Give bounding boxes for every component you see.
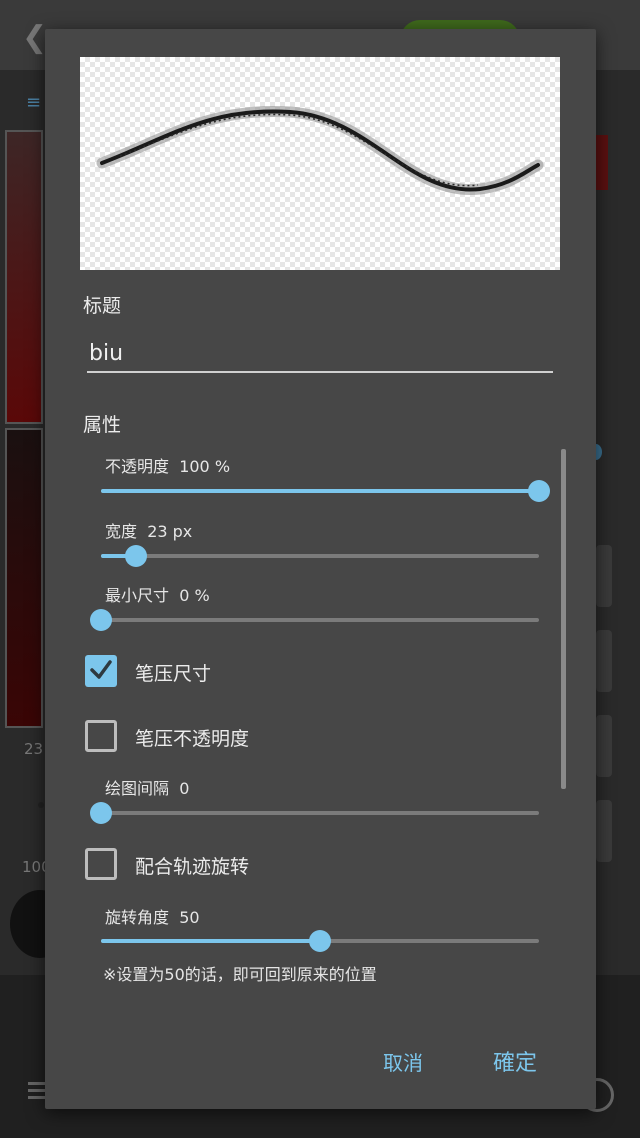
spacing-label: 绘图间隔 0	[105, 779, 190, 798]
brush-name-input[interactable]	[87, 335, 553, 373]
follow-rotation-label: 配合轨迹旋转	[135, 856, 250, 878]
bg-size-value: 23	[24, 740, 44, 758]
bg-dot	[38, 802, 44, 808]
bg-link-text: ≡	[26, 92, 42, 113]
bg-right-tab	[596, 715, 612, 777]
back-icon: ❮	[22, 20, 48, 55]
brush-settings-dialog: 标题 属性 不透明度 100 % 宽度 23 px 最小尺寸 0 % 笔压尺寸 …	[45, 29, 596, 1109]
scrollbar[interactable]	[561, 449, 566, 789]
pressure-size-checkbox[interactable]	[85, 655, 117, 687]
checkmark-icon	[90, 660, 112, 679]
bg-right-tab	[596, 800, 612, 862]
pressure-opacity-label: 笔压不透明度	[135, 728, 250, 750]
properties-label: 属性	[83, 414, 122, 436]
opacity-slider[interactable]	[101, 479, 550, 503]
brush-stroke-preview	[96, 105, 544, 196]
slider-thumb[interactable]	[528, 480, 550, 502]
rotation-angle-label: 旋转角度 50	[105, 908, 200, 927]
spacing-slider[interactable]	[90, 801, 539, 825]
rotation-hint: ※设置为50的话，即可回到原来的位置	[103, 965, 377, 984]
width-label: 宽度 23 px	[105, 522, 193, 541]
follow-rotation-checkbox[interactable]	[85, 848, 117, 880]
min-size-slider[interactable]	[90, 608, 539, 632]
ok-button[interactable]: 確定	[493, 1045, 537, 1077]
pressure-opacity-checkbox[interactable]	[85, 720, 117, 752]
bg-size-bar	[5, 130, 43, 424]
brush-preview	[80, 57, 560, 270]
bg-right-swatch	[594, 135, 608, 190]
bg-right-tab	[596, 630, 612, 692]
slider-thumb[interactable]	[90, 609, 112, 631]
slider-thumb[interactable]	[125, 545, 148, 567]
bg-right-tab	[596, 545, 612, 607]
min-size-label: 最小尺寸 0 %	[105, 586, 210, 605]
slider-thumb[interactable]	[90, 802, 112, 824]
slider-thumb[interactable]	[309, 930, 331, 952]
bg-opacity-bar	[5, 428, 43, 728]
pressure-size-label: 笔压尺寸	[135, 663, 212, 685]
rotation-angle-slider[interactable]	[101, 929, 539, 953]
cancel-button[interactable]: 取消	[383, 1047, 423, 1076]
title-label: 标题	[83, 295, 122, 317]
opacity-label: 不透明度 100 %	[105, 457, 231, 476]
width-slider[interactable]	[101, 544, 539, 568]
